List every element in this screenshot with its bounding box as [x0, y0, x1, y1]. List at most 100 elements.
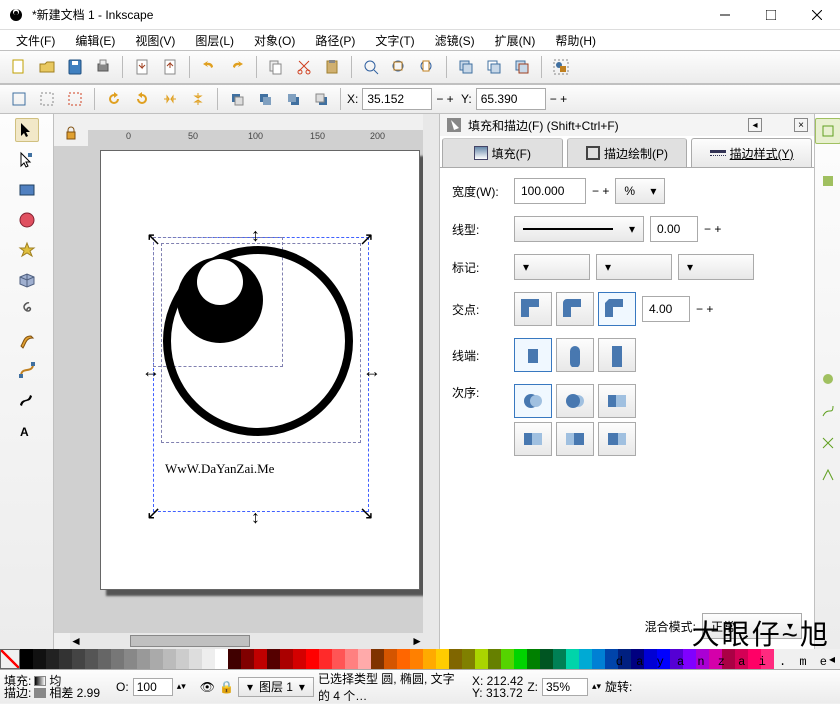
- color-swatch[interactable]: [501, 649, 514, 669]
- color-swatch[interactable]: [475, 649, 488, 669]
- color-swatch[interactable]: [722, 649, 735, 669]
- snap-enable-icon[interactable]: [815, 118, 840, 144]
- canvas[interactable]: ↖↕↗ ↔↔ ↙↕↘ WwW.DaYanZai.Me: [70, 146, 423, 633]
- text-tool[interactable]: A: [15, 418, 39, 442]
- lower-bottom-icon[interactable]: [308, 86, 334, 112]
- join-round[interactable]: [556, 292, 594, 326]
- color-swatch[interactable]: [176, 649, 189, 669]
- unlink-clone-icon[interactable]: [509, 54, 535, 80]
- copy-icon[interactable]: [263, 54, 289, 80]
- color-swatch[interactable]: [488, 649, 501, 669]
- cap-round[interactable]: [556, 338, 594, 372]
- color-swatch[interactable]: [514, 649, 527, 669]
- color-swatch[interactable]: [553, 649, 566, 669]
- order-6[interactable]: [598, 422, 636, 456]
- color-swatch[interactable]: [631, 649, 644, 669]
- color-swatch[interactable]: [540, 649, 553, 669]
- panel-close-icon[interactable]: ×: [794, 118, 808, 132]
- new-icon[interactable]: [6, 54, 32, 80]
- color-swatch[interactable]: [59, 649, 72, 669]
- color-swatch[interactable]: [644, 649, 657, 669]
- import-icon[interactable]: [129, 54, 155, 80]
- menu-layer[interactable]: 图层(L): [185, 30, 244, 50]
- snap-paths-icon[interactable]: [815, 398, 840, 424]
- color-swatch[interactable]: [241, 649, 254, 669]
- menu-text[interactable]: 文字(T): [365, 30, 424, 50]
- zoom-drawing-icon[interactable]: [386, 54, 412, 80]
- color-swatch[interactable]: [189, 649, 202, 669]
- color-swatch[interactable]: [306, 649, 319, 669]
- color-swatch[interactable]: [735, 649, 748, 669]
- y-spinner[interactable]: − +: [550, 92, 567, 106]
- bezier-tool[interactable]: [15, 358, 39, 382]
- snap-bbox-icon[interactable]: [815, 168, 840, 194]
- color-swatch[interactable]: [215, 649, 228, 669]
- color-swatch[interactable]: [410, 649, 423, 669]
- raise-top-icon[interactable]: [224, 86, 250, 112]
- dash-offset-input[interactable]: 0.00: [650, 216, 698, 242]
- marker-start[interactable]: ▾: [514, 254, 590, 280]
- menu-edit[interactable]: 编辑(E): [65, 30, 125, 50]
- y-input[interactable]: [476, 88, 546, 110]
- color-swatch[interactable]: [254, 649, 267, 669]
- color-swatch[interactable]: [98, 649, 111, 669]
- 3dbox-tool[interactable]: [15, 268, 39, 292]
- menu-path[interactable]: 路径(P): [305, 30, 365, 50]
- color-swatch[interactable]: [527, 649, 540, 669]
- color-swatch[interactable]: [566, 649, 579, 669]
- color-swatch[interactable]: [618, 649, 631, 669]
- color-swatch[interactable]: [579, 649, 592, 669]
- unit-dropdown[interactable]: % ▾: [615, 178, 665, 204]
- color-swatch[interactable]: [592, 649, 605, 669]
- color-swatch[interactable]: [319, 649, 332, 669]
- color-swatch[interactable]: [670, 649, 683, 669]
- max-button[interactable]: [748, 0, 794, 30]
- select-all-icon[interactable]: [34, 86, 60, 112]
- color-swatch[interactable]: [228, 649, 241, 669]
- duplicate-icon[interactable]: [453, 54, 479, 80]
- min-button[interactable]: [702, 0, 748, 30]
- join-bevel[interactable]: [598, 292, 636, 326]
- menu-object[interactable]: 对象(O): [244, 30, 305, 50]
- color-swatch[interactable]: [280, 649, 293, 669]
- node-tool[interactable]: [15, 148, 39, 172]
- tab-fill[interactable]: 填充(F): [442, 138, 563, 167]
- spiral-tool[interactable]: [15, 298, 39, 322]
- layer-lock-icon[interactable]: 🔒: [219, 680, 234, 694]
- order-1[interactable]: [514, 384, 552, 418]
- color-swatch[interactable]: [72, 649, 85, 669]
- color-swatch[interactable]: [150, 649, 163, 669]
- color-swatch[interactable]: [137, 649, 150, 669]
- color-swatch[interactable]: [293, 649, 306, 669]
- print-icon[interactable]: [90, 54, 116, 80]
- zoom-sel-icon[interactable]: [358, 54, 384, 80]
- close-button[interactable]: [794, 0, 840, 30]
- color-swatch[interactable]: [267, 649, 280, 669]
- color-swatch[interactable]: [33, 649, 46, 669]
- canvas-text[interactable]: WwW.DaYanZai.Me: [165, 461, 274, 477]
- layer-selector[interactable]: ▾图层 1▾: [238, 677, 314, 697]
- paste-icon[interactable]: [319, 54, 345, 80]
- blend-dropdown[interactable]: 正常 ▾: [702, 613, 802, 639]
- marker-mid[interactable]: ▾: [596, 254, 672, 280]
- tab-stroke-paint[interactable]: 描边绘制(P): [567, 138, 688, 167]
- snap-intersection-icon[interactable]: [815, 430, 840, 456]
- order-4[interactable]: [514, 422, 552, 456]
- dash-dropdown[interactable]: ▾: [514, 216, 644, 242]
- undo-icon[interactable]: [196, 54, 222, 80]
- raise-icon[interactable]: [252, 86, 278, 112]
- color-swatch[interactable]: [163, 649, 176, 669]
- pencil-tool[interactable]: [15, 328, 39, 352]
- menu-file[interactable]: 文件(F): [6, 30, 65, 50]
- width-spinner[interactable]: − +: [592, 184, 609, 198]
- miter-spinner[interactable]: − +: [696, 302, 713, 316]
- cap-butt[interactable]: [514, 338, 552, 372]
- panel-minimize-icon[interactable]: ◂: [748, 118, 762, 132]
- marker-end[interactable]: ▾: [678, 254, 754, 280]
- dash-spinner[interactable]: − +: [704, 222, 721, 236]
- group-icon[interactable]: [548, 54, 574, 80]
- no-color-swatch[interactable]: [0, 649, 20, 669]
- miter-input[interactable]: 4.00: [642, 296, 690, 322]
- color-swatch[interactable]: [384, 649, 397, 669]
- color-swatch[interactable]: [46, 649, 59, 669]
